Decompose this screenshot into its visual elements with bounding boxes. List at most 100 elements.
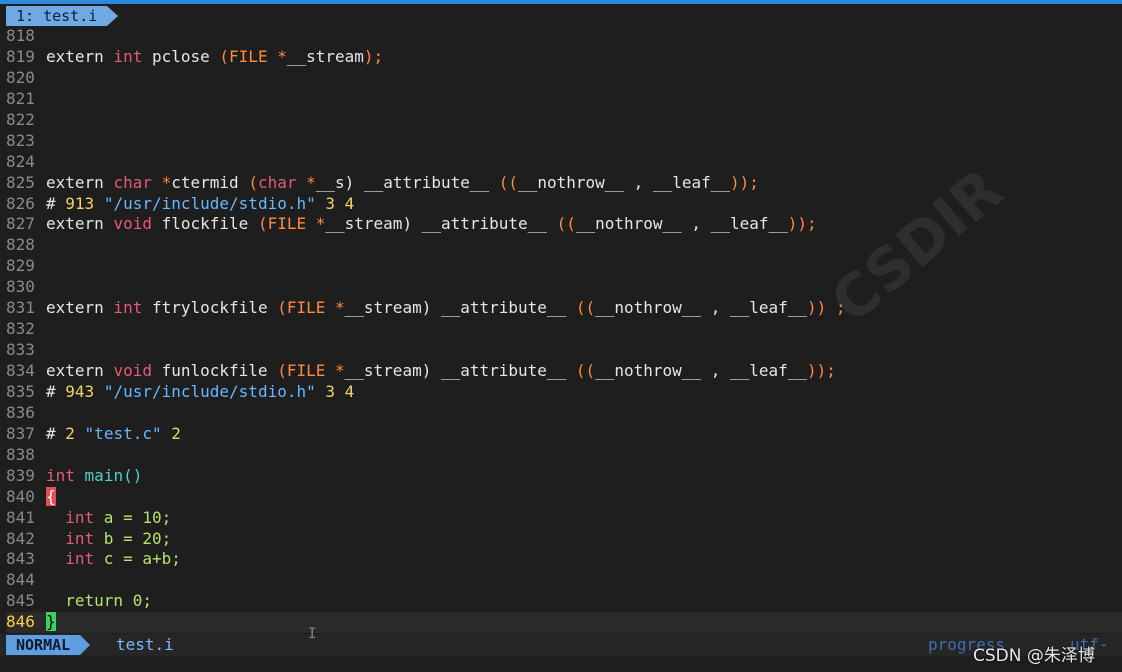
code-token: extern [46,214,114,234]
code-line[interactable]: 835 # 943 "/usr/include/stdio.h" 3 4 [6,382,1122,403]
line-number: 825 [6,172,35,192]
code-token: (FILE [277,298,335,318]
code-line[interactable]: 836 [6,403,1122,424]
code-token: (( [575,361,596,380]
line-number: 823 [6,130,35,150]
line-number: 818 [6,26,35,45]
line-number: 830 [6,277,35,297]
line-code: } [40,612,56,633]
code-line[interactable]: 821 [6,89,1122,110]
code-line[interactable]: 839 int main() [6,466,1122,487]
code-token: )); [787,214,817,234]
line-number: 838 [6,444,35,464]
code-line[interactable]: 823 [6,131,1122,152]
buffer-tab[interactable]: 1: test.i [6,6,119,26]
code-line[interactable]: 845 return 0; [6,591,1122,612]
window-top-edge [0,0,1122,4]
code-token: int [113,46,143,66]
mode-label: NORMAL [16,636,71,654]
line-number: 841 [6,507,35,527]
code-line[interactable]: 846} [6,612,1122,634]
line-number: 836 [6,402,35,422]
code-token: # [46,423,66,443]
code-line[interactable]: 825 extern char *ctermid (char *__s) __at… [6,173,1122,194]
line-number: 843 [6,549,35,569]
code-token: void [113,361,152,380]
code-line[interactable]: 837 # 2 "test.c" 2 [6,424,1122,445]
code-token: int [46,465,75,485]
line-code: # 2 "test.c" 2 [40,424,181,445]
code-token: int [65,528,95,548]
code-line[interactable]: 834 extern void funlockfile (FILE *__stre… [6,361,1122,382]
line-code: extern int ftrylockfile (FILE *__stream)… [40,298,846,319]
code-token: * [161,172,172,192]
code-line[interactable]: 819 extern int pclose (FILE *__stream); [6,47,1122,68]
code-line[interactable]: 820 [6,68,1122,89]
status-filename: test.i [116,635,174,654]
code-line[interactable]: 831 extern int ftrylockfile (FILE *__stre… [6,298,1122,319]
line-number: 837 [6,423,35,443]
code-token: (FILE [257,214,316,234]
code-token: __nothrow__ , __leaf__ [575,214,788,234]
code-token: { [46,486,56,506]
code-token: ); [363,46,384,66]
line-number: 834 [6,361,35,380]
code-token: int [65,507,95,527]
code-token: # [46,193,66,213]
code-line[interactable]: 840 { [6,486,1122,508]
code-line[interactable]: 822 [6,110,1122,131]
editor-buffer[interactable]: 818 819 extern int pclose (FILE *__stream)… [6,26,1122,634]
code-line[interactable]: 844 [6,570,1122,591]
code-line[interactable]: 842 int b = 20; [6,529,1122,550]
tab-arrow-icon [107,6,119,26]
code-line[interactable]: 827 extern void flockfile (FILE *__stream… [6,214,1122,235]
line-code: extern void flockfile (FILE *__stream) _… [40,214,817,235]
code-token: } [46,612,56,632]
code-token: int [113,298,143,318]
code-token: __stream) __attribute__ [325,214,557,234]
line-code: int a = 10; [40,508,171,529]
line-number: 831 [6,298,35,318]
line-number: 844 [6,570,35,590]
line-number: 827 [6,214,35,234]
code-token: )) ; [807,298,846,318]
code-line[interactable]: 824 [6,152,1122,173]
code-token: b = 20; [94,528,172,548]
code-line[interactable]: 829 [6,256,1122,277]
code-token: __nothrow__ , __leaf__ [518,172,730,192]
code-line[interactable]: 841 int a = 10; [6,508,1122,529]
code-token: extern [46,46,114,66]
code-line[interactable]: 832 [6,319,1122,340]
code-token: * [306,172,316,192]
code-token: (( [575,298,596,318]
mouse-cursor-icon: I [308,626,317,642]
code-line[interactable]: 830 [6,277,1122,298]
code-token: void [113,214,152,234]
line-code: # 943 "/usr/include/stdio.h" 3 4 [40,382,354,403]
line-number: 824 [6,151,35,171]
code-token: (( [498,172,519,192]
code-token: int [65,549,95,569]
code-line[interactable]: 818 [6,26,1122,47]
code-line[interactable]: 843 int c = a+b; [6,549,1122,570]
line-code: extern int pclose (FILE *__stream); [40,47,383,68]
line-code: { [40,486,56,508]
code-token: 913 [65,193,95,213]
code-token: (( [556,214,576,234]
code-token: ftrylockfile [142,298,278,318]
code-line[interactable]: 828 [6,235,1122,256]
code-token: "/usr/include/stdio.h" [103,381,316,401]
code-line[interactable]: 833 [6,340,1122,361]
code-line[interactable]: 838 [6,445,1122,466]
code-token: * [335,298,345,318]
code-line[interactable]: 826 # 913 "/usr/include/stdio.h" 3 4 [6,194,1122,215]
code-token: 2 [65,423,75,443]
line-code: int b = 20; [40,529,171,550]
